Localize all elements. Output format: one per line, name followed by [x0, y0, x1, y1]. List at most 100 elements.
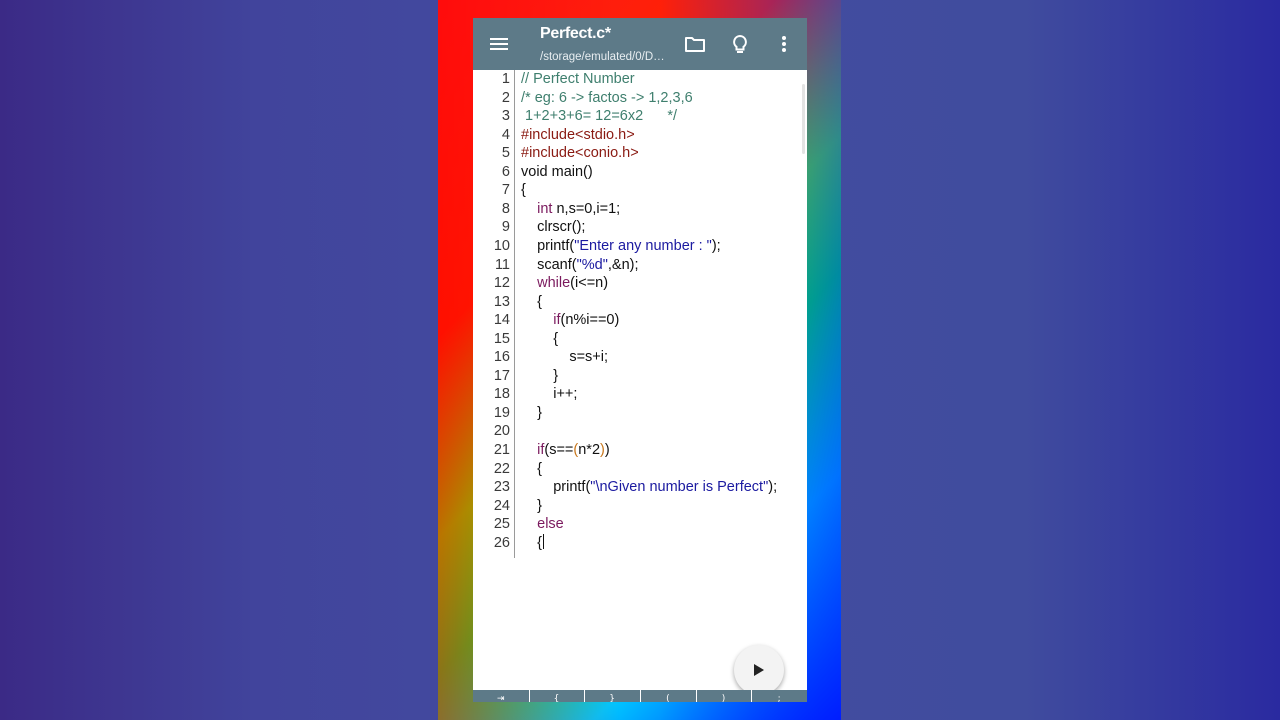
- code-text: clrscr();: [521, 218, 585, 237]
- code-token: printf(: [521, 237, 575, 254]
- code-token: {: [521, 460, 542, 477]
- line-number: 22: [493, 460, 510, 477]
- line-number: 1: [501, 71, 510, 87]
- code-token: clrscr();: [521, 219, 586, 236]
- code-text: 1+2+3+6= 12=6x2 */: [521, 107, 677, 126]
- line-number: 16: [493, 349, 510, 366]
- line-number: 5: [501, 145, 510, 162]
- line-number: 2: [501, 89, 510, 106]
- file-title: Perfect.c*: [540, 25, 611, 42]
- code-text: // Perfect Number: [521, 70, 635, 89]
- code-token: {: [521, 293, 542, 310]
- code-text: {: [521, 533, 544, 553]
- symbol-key[interactable]: ): [696, 690, 753, 702]
- phone-screen: Perfect.c* /storage/emulated/0/D… 1 // Pe…: [473, 18, 807, 702]
- line-number: 13: [493, 293, 510, 310]
- text-cursor: [542, 533, 544, 549]
- line-number: 8: [501, 200, 510, 217]
- code-text: else: [521, 515, 564, 534]
- line-number: 7: [501, 182, 510, 199]
- code-token: ,&n);: [607, 256, 639, 273]
- line-number: 12: [493, 275, 510, 292]
- line-number: 15: [493, 330, 510, 347]
- symbol-key[interactable]: ;: [751, 690, 807, 702]
- lightbulb-icon[interactable]: [726, 30, 754, 58]
- code-token: scanf(: [521, 256, 577, 273]
- line-number: 3: [501, 108, 510, 125]
- code-token: {: [521, 534, 542, 551]
- code-text: int n,s=0,i=1;: [521, 200, 620, 219]
- code-token: #include<stdio.h>: [521, 126, 635, 143]
- code-token: (s==: [544, 442, 574, 458]
- code-text: i++;: [521, 385, 577, 404]
- file-path: /storage/emulated/0/D…: [540, 51, 665, 63]
- code-text: #include<conio.h>: [521, 144, 639, 163]
- code-token: 1+2+3+6= 12=6x2 */: [521, 108, 678, 125]
- line-number: 18: [493, 386, 510, 403]
- code-token: printf(: [521, 479, 591, 496]
- symbol-key[interactable]: }: [584, 690, 641, 702]
- code-token: int: [537, 200, 553, 217]
- code-text: s=s+i;: [521, 348, 608, 367]
- line-number: 26: [493, 534, 510, 551]
- code-token: {: [521, 330, 559, 347]
- code-token: }: [521, 497, 542, 514]
- symbol-key[interactable]: ⇥: [473, 690, 530, 702]
- line-number: 21: [493, 442, 510, 458]
- code-text: while(i<=n): [521, 274, 608, 293]
- code-token: s=s+i;: [521, 349, 609, 366]
- code-editor[interactable]: 1 // Perfect Number 2 /* eg: 6 -> factos ->…: [473, 70, 807, 690]
- scrollbar[interactable]: [802, 84, 805, 154]
- code-text: {: [521, 330, 558, 349]
- gutter-divider: [514, 70, 515, 558]
- app-toolbar: Perfect.c* /storage/emulated/0/D…: [473, 18, 807, 70]
- code-token: n*2: [578, 442, 601, 458]
- play-icon: [754, 664, 764, 676]
- code-token: }: [521, 404, 542, 421]
- hamburger-menu-icon[interactable]: [485, 30, 513, 58]
- code-token: "Enter any number : ": [574, 237, 712, 254]
- code-text: }: [521, 497, 542, 516]
- more-vert-icon[interactable]: [770, 30, 798, 58]
- code-token: while: [537, 275, 571, 292]
- code-text: }: [521, 367, 558, 386]
- code-text: printf("\nGiven number is Perfect");: [521, 478, 777, 497]
- code-token: "%d": [576, 256, 608, 273]
- line-number: 4: [501, 126, 510, 143]
- line-number: 14: [493, 312, 510, 329]
- code-text: if(s==(n*2)): [521, 441, 610, 460]
- code-token: "\nGiven number is Perfect": [590, 479, 769, 496]
- line-number: 19: [493, 404, 510, 421]
- code-text: scanf("%d",&n);: [521, 256, 639, 275]
- run-button[interactable]: [734, 645, 784, 695]
- code-text: void main(): [521, 163, 593, 182]
- code-token: #include<conio.h>: [521, 145, 639, 162]
- code-token: );: [768, 479, 778, 496]
- line-number: 10: [493, 237, 510, 254]
- symbol-bar: ⇥{}();: [473, 690, 807, 702]
- code-text: /* eg: 6 -> factos -> 1,2,3,6: [521, 89, 693, 108]
- code-token: i++;: [521, 386, 578, 403]
- code-token: /* eg: 6 -> factos -> 1,2,3,6: [521, 89, 693, 106]
- code-token: void main(): [521, 163, 593, 180]
- code-text: {: [521, 460, 542, 479]
- symbol-key[interactable]: {: [529, 690, 586, 702]
- line-number: 20: [493, 423, 510, 440]
- code-text: {: [521, 181, 526, 200]
- code-token: (i<=n): [570, 275, 609, 292]
- code-text: }: [521, 404, 542, 423]
- folder-icon[interactable]: [681, 30, 709, 58]
- code-text: if(n%i==0): [521, 311, 619, 330]
- code-token: );: [711, 237, 721, 254]
- line-number: 23: [493, 479, 510, 496]
- line-number: 11: [494, 256, 510, 273]
- code-token: {: [521, 182, 526, 199]
- symbol-key[interactable]: (: [640, 690, 697, 702]
- line-number: 24: [493, 497, 510, 514]
- code-token: (n%i==0): [560, 312, 620, 329]
